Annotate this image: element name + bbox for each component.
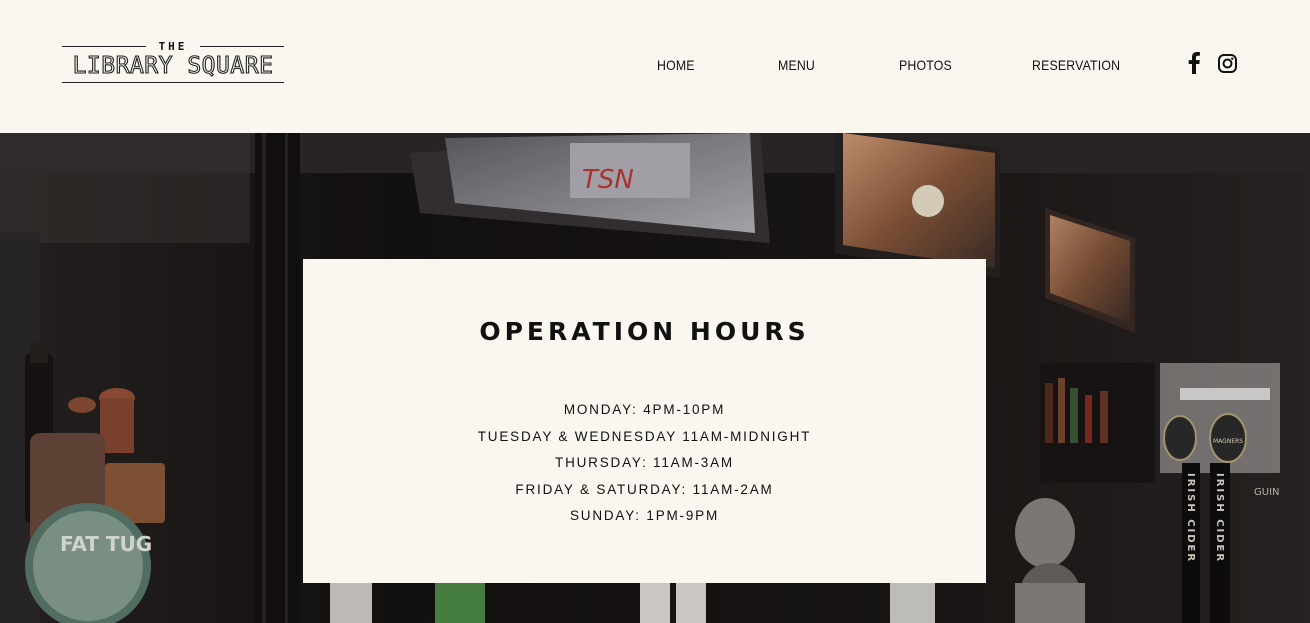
logo-the: THE [158, 40, 188, 53]
hours-list: MONDAY: 4PM-10PM TUESDAY & WEDNESDAY 11A… [303, 397, 986, 530]
hours-line: SUNDAY: 1PM-9PM [569, 508, 720, 523]
facebook-icon[interactable] [1187, 52, 1201, 74]
hours-line: MONDAY: 4PM-10PM [563, 402, 726, 417]
logo-rule-right [200, 46, 284, 47]
operation-hours-title: OPERATION HOURS [479, 317, 810, 346]
nav-home[interactable]: HOME [657, 57, 695, 73]
hours-line: THURSDAY: 11AM-3AM [555, 455, 734, 470]
nav-reservation[interactable]: RESERVATION [1032, 57, 1120, 73]
nav-photos[interactable]: PHOTOS [899, 57, 952, 73]
logo-name: LIBRARY SQUARE [72, 52, 274, 79]
brand-logo[interactable]: THE LIBRARY SQUARE [62, 40, 284, 86]
logo-underline [62, 82, 284, 83]
hours-line: FRIDAY & SATURDAY: 11AM-2AM [515, 481, 774, 497]
operation-hours-card: OPERATION HOURS MONDAY: 4PM-10PM TUESDAY… [303, 259, 986, 583]
nav-menu[interactable]: MENU [778, 57, 815, 73]
instagram-icon[interactable] [1218, 54, 1237, 73]
site-header: THE LIBRARY SQUARE HOME MENU PHOTOS RESE… [0, 0, 1310, 133]
hours-line: TUESDAY & WEDNESDAY 11AM-MIDNIGHT [477, 428, 812, 444]
